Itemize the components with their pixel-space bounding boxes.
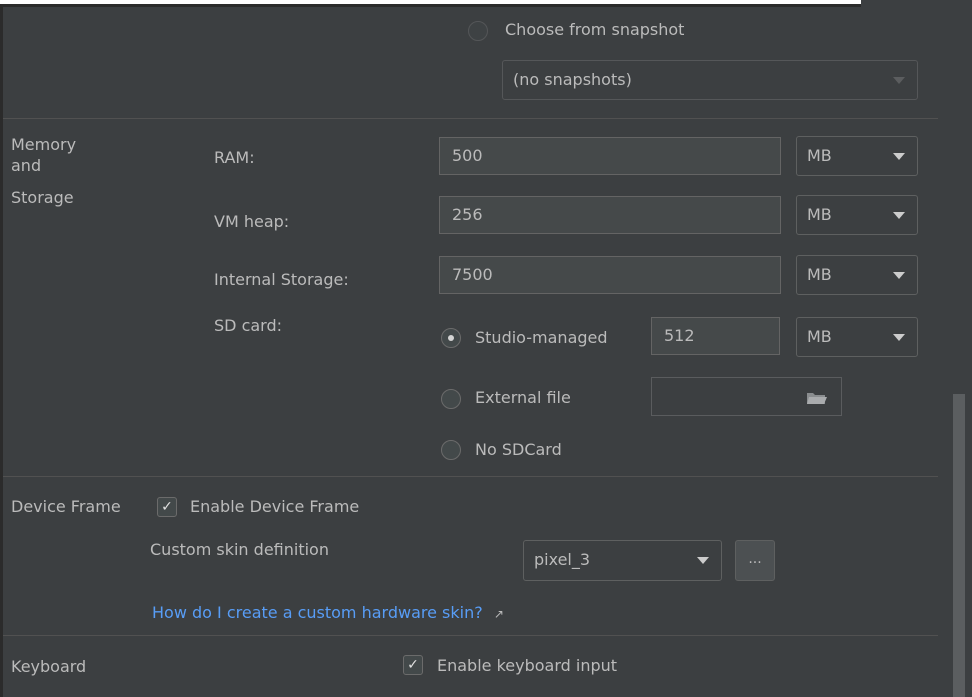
ram-input[interactable]: 500: [439, 137, 781, 175]
snapshot-radio[interactable]: [468, 21, 488, 41]
window-left-border: [0, 7, 3, 697]
memory-section-label-1: Memory: [11, 135, 77, 154]
chevron-down-icon: [697, 557, 709, 564]
device-frame-section-label: Device Frame: [11, 497, 121, 516]
studio-managed-unit-value: MB: [807, 327, 832, 346]
checkmark-icon: ✓: [407, 657, 419, 673]
radio-selected-dot: [448, 335, 454, 341]
enable-device-frame-label: Enable Device Frame: [190, 497, 360, 516]
vm-heap-unit-value: MB: [807, 205, 832, 224]
internal-storage-label: Internal Storage:: [214, 270, 349, 289]
studio-managed-size-input[interactable]: 512: [651, 317, 780, 355]
internal-storage-input[interactable]: 7500: [439, 256, 781, 294]
external-file-label: External file: [475, 388, 571, 407]
skin-select[interactable]: pixel_3: [523, 540, 722, 581]
browse-skin-button[interactable]: ...: [735, 540, 775, 581]
vm-heap-unit-select[interactable]: MB: [796, 195, 918, 235]
internal-storage-unit-select[interactable]: MB: [796, 255, 918, 295]
internal-storage-unit-value: MB: [807, 265, 832, 284]
studio-managed-radio[interactable]: [441, 328, 461, 348]
memory-section-label-3: Storage: [11, 188, 74, 207]
ram-label: RAM:: [214, 148, 255, 167]
chevron-down-icon: [893, 77, 905, 84]
sdcard-label: SD card:: [214, 316, 283, 335]
separator: [3, 635, 938, 636]
no-sdcard-radio[interactable]: [441, 440, 461, 460]
snapshot-select[interactable]: (no snapshots): [502, 60, 918, 100]
memory-section-label-2: and: [11, 156, 42, 175]
studio-managed-label: Studio-managed: [475, 328, 608, 347]
chevron-down-icon: [893, 334, 905, 341]
chevron-down-icon: [893, 153, 905, 160]
external-file-radio[interactable]: [441, 389, 461, 409]
no-sdcard-label: No SDCard: [475, 440, 562, 459]
chevron-down-icon: [893, 272, 905, 279]
enable-keyboard-checkbox[interactable]: ✓: [403, 655, 423, 675]
snapshot-select-value: (no snapshots): [513, 70, 632, 89]
checkmark-icon: ✓: [161, 499, 173, 515]
enable-keyboard-label: Enable keyboard input: [437, 656, 618, 675]
keyboard-section-label: Keyboard: [11, 657, 87, 676]
chevron-down-icon: [893, 212, 905, 219]
skin-select-value: pixel_3: [534, 550, 591, 569]
custom-skin-help-link[interactable]: How do I create a custom hardware skin? …: [152, 603, 504, 624]
vm-heap-label: VM heap:: [214, 212, 290, 231]
studio-managed-unit-select[interactable]: MB: [796, 317, 918, 357]
enable-device-frame-checkbox[interactable]: ✓: [157, 497, 177, 517]
external-link-icon: ↗: [493, 607, 504, 621]
snapshot-radio-label: Choose from snapshot: [505, 20, 685, 39]
ram-unit-select[interactable]: MB: [796, 136, 918, 176]
help-link-text[interactable]: How do I create a custom hardware skin?: [152, 603, 483, 622]
separator: [3, 476, 938, 477]
vm-heap-input[interactable]: 256: [439, 196, 781, 234]
ram-unit-value: MB: [807, 146, 832, 165]
custom-skin-label: Custom skin definition: [150, 540, 329, 559]
vertical-scrollbar-thumb[interactable]: [953, 394, 965, 697]
separator: [3, 118, 938, 119]
folder-icon[interactable]: [806, 390, 828, 404]
window-top-border: [0, 4, 861, 7]
